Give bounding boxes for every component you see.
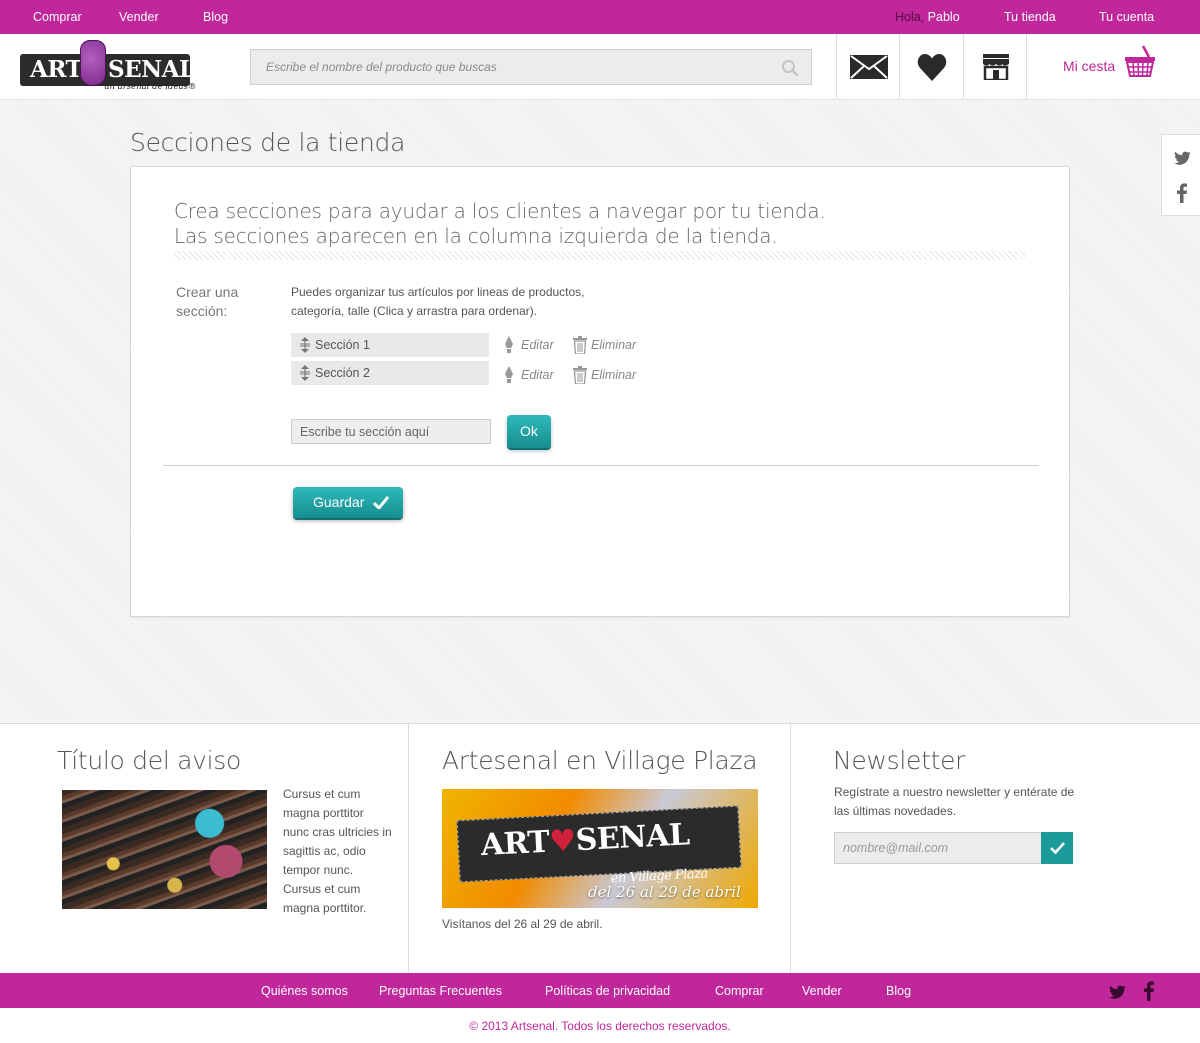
sections-panel: Crea secciones para ayudar a los cliente… <box>130 166 1070 617</box>
search-bar <box>250 49 812 85</box>
save-label: Guardar <box>313 494 365 510</box>
site-header: ART SENAL un arsenal de ideas® Escribe e… <box>0 34 1200 100</box>
your-store-link[interactable]: Tu tienda <box>1004 10 1056 24</box>
bracelets-image <box>62 790 267 909</box>
intro-divider <box>174 251 1026 260</box>
footer-info: Título del aviso Cursus et cum magna por… <box>0 723 1200 974</box>
basket-icon <box>1125 45 1155 77</box>
section-row: Sección 2 Editar Eliminar <box>291 361 651 385</box>
footer-link-vender[interactable]: Vender <box>802 984 842 998</box>
footer-link-comprar[interactable]: Comprar <box>715 984 764 998</box>
new-section-field <box>291 419 491 444</box>
grenade-icon <box>80 40 106 86</box>
top-nav-blog[interactable]: Blog <box>203 10 228 24</box>
copyright-text: © 2013 Artsenal. Todos los derechos rese… <box>469 1019 731 1033</box>
newsletter-submit-button[interactable] <box>1041 832 1073 864</box>
store-button[interactable] <box>963 34 1027 100</box>
search-icon[interactable] <box>781 59 799 77</box>
save-button[interactable]: Guardar <box>293 487 403 518</box>
your-account-link[interactable]: Tu cuenta <box>1099 10 1154 24</box>
user-greeting: Hola, Pablo <box>895 10 960 24</box>
drag-handle-icon[interactable] <box>299 365 311 381</box>
facebook-icon[interactable] <box>1177 183 1187 203</box>
footer-link-faq[interactable]: Preguntas Frecuentes <box>379 984 502 998</box>
cart-label: Mi cesta <box>1063 58 1116 74</box>
delete-label: Eliminar <box>591 368 637 382</box>
checkmark-icon <box>1049 842 1065 854</box>
help-text: Puedes organizar tus artículos por linea… <box>291 285 585 318</box>
logo-tagline: un arsenal de ideas® <box>104 82 197 92</box>
banner-text-left: ART <box>480 824 551 864</box>
footer-link-blog[interactable]: Blog <box>886 984 911 998</box>
search-input[interactable] <box>251 50 811 84</box>
trash-icon <box>573 366 587 384</box>
newsletter-email-field <box>834 832 1042 864</box>
edit-label: Editar <box>521 368 554 382</box>
pen-icon <box>505 336 513 353</box>
page-title: Secciones de la tienda <box>130 128 406 157</box>
newsletter-column: Newsletter Regístrate a nuestro newslett… <box>790 724 1200 974</box>
section-row: Sección 1 Editar Eliminar <box>291 333 651 357</box>
section-item[interactable]: Sección 2 <box>291 361 489 385</box>
twitter-icon[interactable] <box>1109 985 1126 999</box>
logo[interactable]: ART SENAL un arsenal de ideas® <box>20 40 198 94</box>
newsletter-title: Newsletter <box>833 746 966 775</box>
newsletter-text: Regístrate a nuestro newsletter y entéra… <box>834 785 1075 818</box>
cart-button[interactable]: Mi cesta <box>1026 34 1200 100</box>
greeting-text: Hola, <box>895 10 925 24</box>
notice-column: Título del aviso Cursus et cum magna por… <box>0 724 408 974</box>
messages-button[interactable] <box>836 34 900 100</box>
mail-icon <box>849 55 888 79</box>
banner-date: del 26 al 29 de abril <box>588 883 741 901</box>
side-social-bar <box>1161 134 1200 216</box>
intro-line-2: Las secciones aparecen en la columna izq… <box>174 224 778 248</box>
footer-link-about[interactable]: Quiénes somos <box>261 984 348 998</box>
section-item[interactable]: Sección 1 <box>291 333 489 357</box>
new-section-input[interactable] <box>292 420 490 443</box>
heart-icon: ♥ <box>548 823 577 860</box>
checkmark-icon <box>373 496 389 509</box>
heart-icon <box>917 53 946 81</box>
panel-divider <box>163 465 1039 466</box>
delete-label: Eliminar <box>591 338 637 352</box>
banner-logo: ART♥SENAL en Village Plaza <box>456 805 742 886</box>
edit-label: Editar <box>521 338 554 352</box>
intro-text: Crea secciones para ayudar a los cliente… <box>174 199 826 249</box>
newsletter-email-input[interactable] <box>835 833 1041 863</box>
user-name[interactable]: Pablo <box>928 10 960 24</box>
create-section-label: Crear una sección: <box>176 284 239 319</box>
top-nav-vender[interactable]: Vender <box>119 10 159 24</box>
footer-link-privacy[interactable]: Políticas de privacidad <box>545 984 670 998</box>
facebook-icon[interactable] <box>1144 981 1154 1001</box>
event-banner[interactable]: ART♥SENAL en Village Plaza del 26 al 29 … <box>442 789 758 908</box>
section-name: Sección 2 <box>315 366 370 380</box>
intro-line-1: Crea secciones para ayudar a los cliente… <box>174 199 826 223</box>
drag-handle-icon[interactable] <box>299 337 311 353</box>
favorites-button[interactable] <box>899 34 963 100</box>
pen-icon <box>505 366 513 383</box>
top-nav-comprar[interactable]: Comprar <box>33 10 82 24</box>
logo-text-left: ART <box>30 56 83 83</box>
event-title: Artesenal en Village Plaza <box>442 746 758 775</box>
store-icon <box>982 54 1009 80</box>
section-name: Sección 1 <box>315 338 370 352</box>
footer-nav-bar: Quiénes somos Preguntas Frecuentes Polít… <box>0 973 1200 1008</box>
notice-text: Cursus et cum magna porttitor nunc cras … <box>283 787 392 915</box>
event-caption: Visítanos del 26 al 29 de abril. <box>442 917 603 931</box>
notice-title: Título del aviso <box>57 746 242 775</box>
ok-button[interactable]: Ok <box>507 415 551 448</box>
top-nav-bar: Comprar Vender Blog Hola, Pablo Tu tiend… <box>0 0 1200 34</box>
twitter-icon[interactable] <box>1174 151 1191 165</box>
trash-icon <box>573 336 587 354</box>
event-column: Artesenal en Village Plaza ART♥SENAL en … <box>408 724 790 974</box>
